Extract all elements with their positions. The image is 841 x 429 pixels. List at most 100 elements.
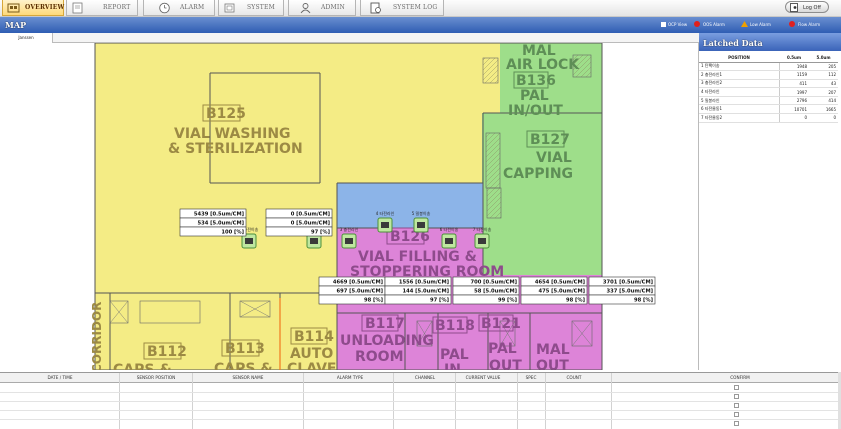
- room-code-b125: B125: [206, 106, 246, 122]
- latched-05um-value: 10701: [779, 104, 809, 115]
- home-icon: [7, 3, 20, 13]
- tab-report[interactable]: REPORT: [66, 0, 138, 16]
- latched-row[interactable]: 3 충전라인2 411 43: [699, 79, 838, 89]
- tab-overview[interactable]: OVERVIEW: [2, 0, 64, 16]
- reading-value: 5439 [0.5um/CM]: [194, 212, 244, 218]
- latched-position: 2 충전라인1: [699, 70, 780, 80]
- alarm-table-header: DATE / TIME SENSOR POSITION SENSOR NAME …: [0, 373, 838, 383]
- logoff-icon: [790, 3, 798, 12]
- room-code-b113: B113: [225, 341, 265, 357]
- latched-data-header: Latched Data: [699, 33, 841, 51]
- confirm-checkbox[interactable]: [734, 385, 739, 390]
- particle-sensor-icon: [245, 238, 253, 244]
- admin-user-icon: [300, 3, 311, 14]
- reading-value: 0 [0.5um/CM]: [291, 212, 330, 218]
- col-count: COUNT: [566, 375, 582, 380]
- room-extra-airlock: AIR LOCK: [506, 57, 580, 73]
- latched-position: 4 타전라인: [699, 87, 780, 97]
- reading-value: 100 [%]: [221, 230, 244, 236]
- room-name-b117-line2: ROOM: [355, 349, 404, 365]
- latched-position: 6 타전물동1: [699, 104, 780, 115]
- legend-flow-label: Flow Alarm: [798, 22, 821, 27]
- particle-sensor-icon: [345, 238, 353, 244]
- row-divider: [0, 419, 838, 420]
- particle-sensor-icon: [478, 238, 486, 244]
- reading-value: 697 [5.0um/CM]: [336, 289, 383, 295]
- latched-row[interactable]: 7 타전물동2 0 0: [699, 113, 838, 123]
- latched-row[interactable]: 2 충전라인1 1159 112: [699, 70, 838, 80]
- tab-system-log-label: SYSTEM LOG: [393, 4, 438, 11]
- room-code-b136: B136: [516, 73, 556, 89]
- room-name-b125-line2: & STERILIZATION: [168, 141, 303, 157]
- room-tab-janssen[interactable]: Janssen: [0, 33, 53, 43]
- sensor-marker[interactable]: 3 충전라인: [340, 226, 359, 249]
- room-name-corridor: CORRIDOR: [90, 302, 104, 370]
- sensor-marker[interactable]: 6 타전이송: [440, 226, 459, 249]
- latched-05um-value: 411: [779, 79, 809, 89]
- reading-value: 3701 [0.5um/CM]: [603, 280, 653, 286]
- tab-alarm-label: ALARM: [180, 4, 205, 11]
- reading-value: 700 [0.5um/CM]: [470, 280, 517, 286]
- confirm-checkbox[interactable]: [734, 421, 739, 426]
- latched-position: 7 타전물동2: [699, 113, 780, 123]
- tab-system[interactable]: SYSTEM: [218, 0, 284, 16]
- confirm-checkbox[interactable]: [734, 394, 739, 399]
- col-alarm-type: ALARM TYPE: [336, 375, 364, 380]
- room-name-b136-line1: PAL: [520, 88, 549, 104]
- latched-row[interactable]: 4 타전라인 1997 207: [699, 87, 838, 97]
- col-date-time: DATE / TIME: [47, 375, 73, 380]
- latched-row[interactable]: 1 탄팩이송 1948 205: [699, 62, 838, 72]
- room-name-b118-line1: PAL: [440, 347, 469, 363]
- col-current-value: CURRENT VALUE: [465, 375, 501, 380]
- room-name-mal-line2: OUT: [536, 358, 569, 370]
- tab-report-label: REPORT: [103, 4, 131, 11]
- latched-data-table: POSITION 0.5um 5.0um 1 탄팩이송 1948 205 2 충전라인…: [699, 53, 838, 123]
- latched-row[interactable]: 5 밀봉라인 2796 414: [699, 96, 838, 106]
- confirm-checkbox[interactable]: [734, 403, 739, 408]
- sensor-marker[interactable]: 7 타전이송: [473, 226, 492, 249]
- tab-admin[interactable]: ADMIN: [288, 0, 356, 16]
- latched-50um-value: 207: [809, 87, 838, 97]
- latched-data-title: Latched Data: [703, 38, 763, 48]
- system-icon: [224, 3, 235, 13]
- room-name-b114-line1: AUTO: [290, 346, 333, 362]
- row-divider: [0, 392, 838, 393]
- latched-50um-value: 1665: [809, 104, 838, 115]
- confirm-checkbox[interactable]: [734, 412, 739, 417]
- logoff-button[interactable]: Log Off: [785, 1, 829, 13]
- room-name-b114-line2: CLAVE: [287, 361, 336, 370]
- tab-overview-label: OVERVIEW: [25, 4, 65, 11]
- latched-row[interactable]: 6 타전물동1 10701 1665: [699, 104, 838, 115]
- row-divider: [0, 410, 838, 411]
- col-channel: CHANNEL: [414, 375, 436, 380]
- alarm-table: DATE / TIME SENSOR POSITION SENSOR NAME …: [0, 372, 841, 429]
- room-code-b112: B112: [147, 344, 187, 360]
- reading-value: 98 [%]: [634, 298, 653, 304]
- flow-alarm-icon: [789, 21, 795, 27]
- tab-system-label: SYSTEM: [247, 4, 275, 11]
- reading-value: 99 [%]: [498, 298, 517, 304]
- room-code-b118: B118: [435, 318, 475, 334]
- sensor-marker[interactable]: 5 밀봉이송: [412, 210, 431, 233]
- sensor-label: 7 타전이송: [473, 226, 492, 232]
- reading-value: 144 [5.0um/CM]: [402, 289, 449, 295]
- sensor-marker[interactable]: 4 타전라인: [376, 210, 395, 233]
- log-icon: [370, 2, 381, 14]
- room-name-b125-line1: VIAL WASHING: [174, 126, 291, 142]
- tab-admin-label: ADMIN: [321, 4, 345, 11]
- room-code-b121: B121: [481, 316, 521, 332]
- tab-system-log[interactable]: SYSTEM LOG: [360, 0, 444, 16]
- latched-05um-value: 1159: [779, 70, 809, 80]
- col-confirm: CONFIRM: [730, 375, 750, 380]
- tab-alarm[interactable]: ALARM: [143, 0, 215, 16]
- oos-alarm-icon: [694, 21, 700, 27]
- room-code-b127: B127: [530, 132, 570, 148]
- ocp-view-checkbox[interactable]: [661, 22, 666, 27]
- reading-value: 97 [%]: [430, 298, 449, 304]
- reading-value: 534 [5.0um/CM]: [197, 221, 244, 227]
- col-50um: 5.0um: [809, 53, 838, 63]
- room-name-b112-line1: CAPS &: [113, 362, 172, 370]
- reading-value: 475 [5.0um/CM]: [538, 289, 585, 295]
- reading-value: 0 [5.0um/CM]: [291, 221, 330, 227]
- latched-05um-value: 0: [779, 113, 809, 123]
